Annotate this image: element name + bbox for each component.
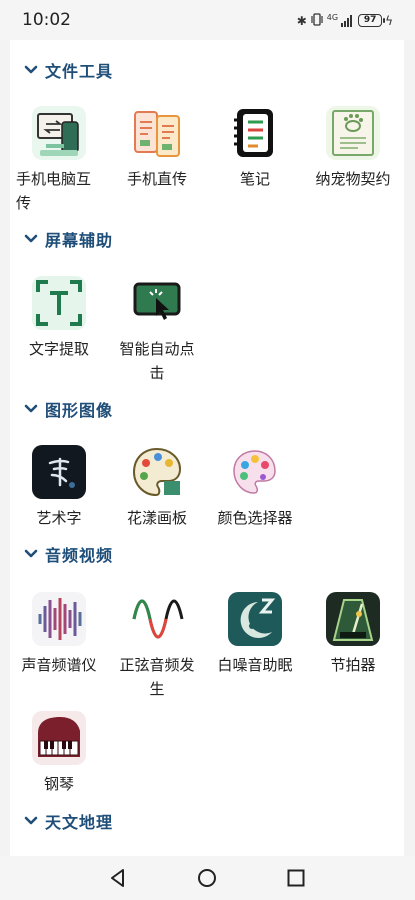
tool-auto-click[interactable]: 智能自动点击 — [108, 276, 206, 385]
category-title: 音频视频 — [45, 546, 114, 565]
category-header-screen-assist[interactable]: 屏幕辅助 — [22, 227, 113, 251]
pet-contract-icon — [326, 106, 380, 160]
signal-icon — [341, 14, 353, 27]
notebook-icon — [228, 106, 282, 160]
tool-color-picker[interactable]: 颜色选择器 — [206, 445, 304, 530]
chevron-down-icon — [24, 65, 38, 74]
tool-piano[interactable]: 钢琴 — [10, 711, 108, 796]
spectrum-analyzer-icon — [32, 592, 86, 646]
network-type-label: 4G — [326, 13, 339, 22]
tool-label: 声音频谱仪 — [21, 656, 97, 674]
vibrate-icon — [310, 11, 324, 30]
tool-label: 白噪音助眠 — [217, 656, 293, 674]
art-text-icon — [32, 445, 86, 499]
chevron-down-icon — [24, 816, 38, 825]
tool-label: 正弦音频发生 — [119, 656, 195, 698]
status-time: 10:02 — [22, 10, 71, 30]
status-icons: ✱ 4G 97 ϟ — [297, 11, 393, 30]
auto-click-icon — [130, 276, 184, 330]
tool-art-text[interactable]: 艺术字 — [10, 445, 108, 530]
white-noise-sleep-icon — [228, 592, 282, 646]
category-title: 天文地理 — [45, 813, 114, 832]
text-extract-icon — [32, 276, 86, 330]
status-bar: 10:02 ✱ 4G 97 ϟ — [0, 0, 415, 40]
navigation-bar — [0, 856, 415, 900]
tools-list: 文件工具 手机电脑互传 手机直传 笔记 纳宠物契约 屏幕辅助 文字提取 智能自动… — [10, 40, 404, 856]
tool-label: 颜色选择器 — [217, 509, 293, 527]
tool-label: 智能自动点击 — [119, 340, 195, 382]
tool-sine-generator[interactable]: 正弦音频发生 — [108, 592, 206, 701]
recents-icon[interactable] — [284, 866, 308, 890]
tool-label: 钢琴 — [43, 775, 74, 793]
tool-label: 手机直传 — [126, 170, 187, 188]
charging-icon: ϟ — [385, 13, 393, 28]
piano-icon — [32, 711, 86, 765]
tool-spectrum-analyzer[interactable]: 声音频谱仪 — [10, 592, 108, 677]
tool-metronome[interactable]: 节拍器 — [304, 592, 402, 677]
tool-pet-contract[interactable]: 纳宠物契约 — [304, 106, 402, 191]
metronome-icon — [326, 592, 380, 646]
tool-text-extract[interactable]: 文字提取 — [10, 276, 108, 361]
category-title: 屏幕辅助 — [45, 231, 114, 250]
tool-label: 艺术字 — [36, 509, 82, 527]
tool-notebook[interactable]: 笔记 — [206, 106, 304, 191]
tool-label: 文字提取 — [28, 340, 89, 358]
category-title: 图形图像 — [45, 401, 114, 420]
tool-label: 节拍器 — [330, 656, 376, 674]
tool-phone-pc-transfer[interactable]: 手机电脑互传 — [10, 106, 108, 215]
bluetooth-icon: ✱ — [296, 13, 307, 28]
chevron-down-icon — [24, 549, 38, 558]
phone-direct-transfer-icon — [130, 106, 184, 160]
chevron-down-icon — [24, 404, 38, 413]
category-title: 文件工具 — [45, 62, 114, 81]
sine-generator-icon — [130, 592, 184, 646]
color-picker-icon — [228, 445, 282, 499]
chevron-down-icon — [24, 234, 38, 243]
tool-white-noise-sleep[interactable]: 白噪音助眠 — [206, 592, 304, 677]
category-header-audio-video[interactable]: 音频视频 — [22, 542, 113, 566]
category-header-graphics[interactable]: 图形图像 — [22, 397, 113, 421]
tool-label: 花漾画板 — [126, 509, 187, 527]
back-icon[interactable] — [106, 866, 130, 890]
category-header-file-tools[interactable]: 文件工具 — [22, 58, 113, 82]
battery-icon: 97 — [358, 14, 386, 27]
tool-label: 纳宠物契约 — [315, 170, 391, 188]
tool-drawing-board[interactable]: 花漾画板 — [108, 445, 206, 530]
home-icon[interactable] — [195, 866, 219, 890]
tool-label: 笔记 — [239, 170, 270, 188]
category-header-astronomy-geography[interactable]: 天文地理 — [22, 809, 113, 833]
phone-pc-transfer-icon — [32, 106, 86, 160]
tool-phone-direct-transfer[interactable]: 手机直传 — [108, 106, 206, 191]
drawing-board-icon — [130, 445, 184, 499]
tool-label: 手机电脑互传 — [16, 170, 92, 212]
